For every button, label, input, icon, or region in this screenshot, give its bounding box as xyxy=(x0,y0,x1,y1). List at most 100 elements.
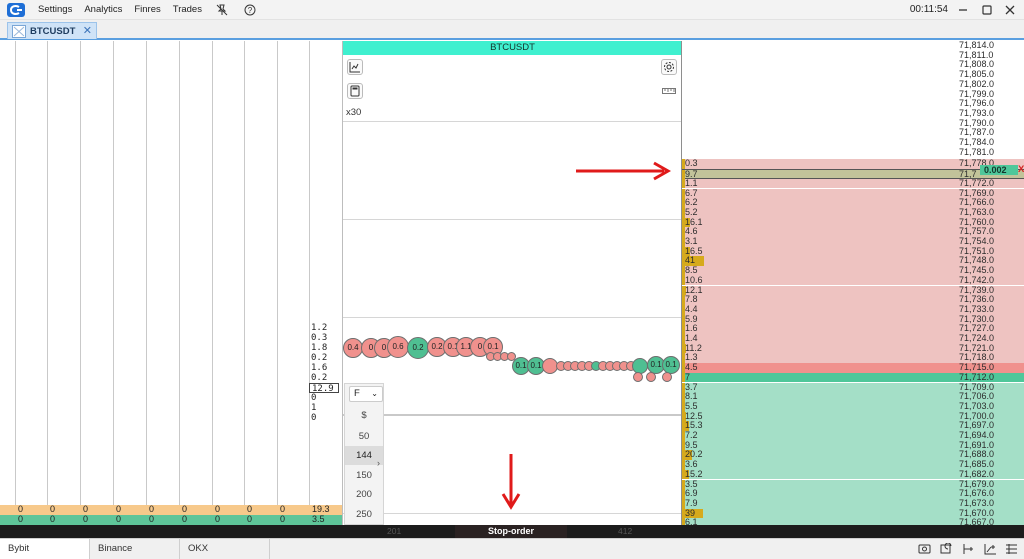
level-volume: 5.2 xyxy=(685,206,698,217)
trade-cell: 0 xyxy=(280,514,286,524)
tab-close-icon[interactable]: ✕ xyxy=(83,24,92,37)
pin-off-icon[interactable] xyxy=(216,4,228,16)
grid-line xyxy=(113,41,114,507)
trade-cell: 0 xyxy=(149,514,155,524)
timeframe-option[interactable]: $ xyxy=(345,406,383,425)
price-label: 71,697.0 xyxy=(959,420,995,431)
tab-btcusdt[interactable]: BTCUSDT ✕ xyxy=(7,22,97,39)
level-volume: 16.1 xyxy=(685,216,703,227)
price-label: 71,721.0 xyxy=(959,342,995,353)
maximize-icon[interactable] xyxy=(980,3,994,17)
trade-bubble-sell[interactable]: 0.4 xyxy=(343,338,363,358)
grid-line xyxy=(343,317,682,318)
price-label: 71,730.0 xyxy=(959,313,995,324)
grid-line xyxy=(277,41,278,507)
timeframe-selected: F xyxy=(354,388,360,399)
trade-dot-sell[interactable] xyxy=(662,372,672,382)
minimize-icon[interactable] xyxy=(956,3,970,17)
volume-value: 0 xyxy=(311,393,317,403)
level-volume: 39 xyxy=(685,507,696,518)
price-label: 71,784.0 xyxy=(959,137,995,147)
trade-cell: 0 xyxy=(149,504,155,514)
price-label: 71,748.0 xyxy=(959,255,995,266)
trade-bubble-buy[interactable]: 0.2 xyxy=(407,337,429,359)
grid-line xyxy=(15,41,16,507)
price-label: 71,796.0 xyxy=(959,98,995,109)
level-volume: 20.2 xyxy=(685,449,703,460)
trade-dot-sell[interactable] xyxy=(646,372,656,382)
calculator-button[interactable] xyxy=(347,83,363,99)
level-volume: 5.5 xyxy=(685,400,698,411)
trade-cell: 0 xyxy=(215,514,221,524)
limit-order-tag[interactable]: 0.002 xyxy=(980,165,1018,175)
price-label: 71,691.0 xyxy=(959,439,995,450)
exchange-tab-binance[interactable]: Binance xyxy=(90,539,180,559)
timeframe-option[interactable]: 50 xyxy=(345,427,383,446)
level-volume: 5.9 xyxy=(685,313,698,324)
price-label: 71,739.0 xyxy=(959,284,995,295)
level-volume: 16.5 xyxy=(685,245,703,256)
list-view-icon[interactable] xyxy=(1005,543,1018,555)
indicator-add-button[interactable] xyxy=(347,59,363,75)
price-label: 71,757.0 xyxy=(959,226,995,237)
trade-cell: 0 xyxy=(50,514,56,524)
price-label: 71,682.0 xyxy=(959,468,995,479)
price-label: 71,754.0 xyxy=(959,236,995,246)
cancel-order-icon[interactable]: X xyxy=(1018,164,1024,175)
help-icon[interactable]: ? xyxy=(244,4,256,16)
trade-cell: 0 xyxy=(50,504,56,514)
menu-analytics[interactable]: Analytics xyxy=(84,4,122,15)
volume-value: 0.3 xyxy=(311,333,328,343)
gear-icon xyxy=(664,62,674,72)
price-level-empty[interactable]: 71,781.0 xyxy=(682,147,1024,158)
menu-settings[interactable]: Settings xyxy=(38,4,72,15)
menu-trades[interactable]: Trades xyxy=(173,4,202,15)
level-volume: 1.3 xyxy=(685,352,698,363)
timeframe-option[interactable]: 250 xyxy=(345,505,383,524)
trade-cell: 0 xyxy=(215,504,221,514)
level-volume: 6.2 xyxy=(685,197,698,208)
price-label: 71,811.0 xyxy=(959,49,994,60)
screenshot-icon[interactable] xyxy=(918,543,931,555)
level-volume: 9.5 xyxy=(685,439,698,450)
trade-cell: 19.3 xyxy=(312,504,330,514)
volume-value: 0 xyxy=(311,413,317,423)
refresh-window-icon[interactable] xyxy=(940,543,953,555)
level-volume: 3.1 xyxy=(685,236,698,246)
price-label: 71,700.0 xyxy=(959,410,995,421)
chevron-right-icon[interactable]: › xyxy=(377,458,380,468)
chart-tools-icon[interactable] xyxy=(984,543,997,555)
level-volume: 15.2 xyxy=(685,468,703,479)
exchange-tab-bybit[interactable]: Bybit xyxy=(0,539,90,559)
timeframe-option[interactable]: 150 xyxy=(345,466,383,485)
trade-cell: 0 xyxy=(280,504,286,514)
price-label: 71,814.0 xyxy=(959,40,995,50)
level-volume: 0.3 xyxy=(685,158,698,169)
annotation-arrow-right-icon xyxy=(576,161,672,181)
timeframe-option[interactable]: 200 xyxy=(345,485,383,504)
close-window-icon[interactable] xyxy=(1003,3,1017,17)
price-label: 71,724.0 xyxy=(959,333,995,343)
price-label: 71,694.0 xyxy=(959,430,995,440)
timeframe-select[interactable]: F ⌄ xyxy=(349,386,383,402)
order-book[interactable]: 71,814.0 71,811.0 71,808.0 71,805.0 71,802.0… xyxy=(681,40,1024,528)
ruler-icon[interactable] xyxy=(662,86,676,96)
add-column-icon[interactable] xyxy=(962,543,975,555)
menu-finres[interactable]: Finres xyxy=(134,4,160,15)
exchange-tab-bar: Bybit Binance OKX xyxy=(0,538,1024,559)
exchange-tab-okx[interactable]: OKX xyxy=(180,539,270,559)
tab-bar: BTCUSDT ✕ xyxy=(0,20,1024,40)
trade-dot-sell[interactable] xyxy=(633,372,643,382)
stop-left-value: 201 xyxy=(387,526,402,536)
volume-value: 1.2 xyxy=(311,323,328,333)
price-label: 71,787.0 xyxy=(959,127,995,138)
grid-line xyxy=(80,41,81,507)
ask-level[interactable]: 0.3 71,778.0 xyxy=(682,158,1024,170)
stop-order-button[interactable]: Stop-order xyxy=(455,525,567,538)
volume-value: 1.8 xyxy=(311,343,328,353)
level-volume: 41 xyxy=(685,255,696,266)
chart-settings-button[interactable] xyxy=(661,59,677,75)
trade-bubble-sell[interactable]: 0.6 xyxy=(387,336,409,358)
chart-add-icon xyxy=(349,62,360,73)
level-volume: 1.4 xyxy=(685,333,698,343)
